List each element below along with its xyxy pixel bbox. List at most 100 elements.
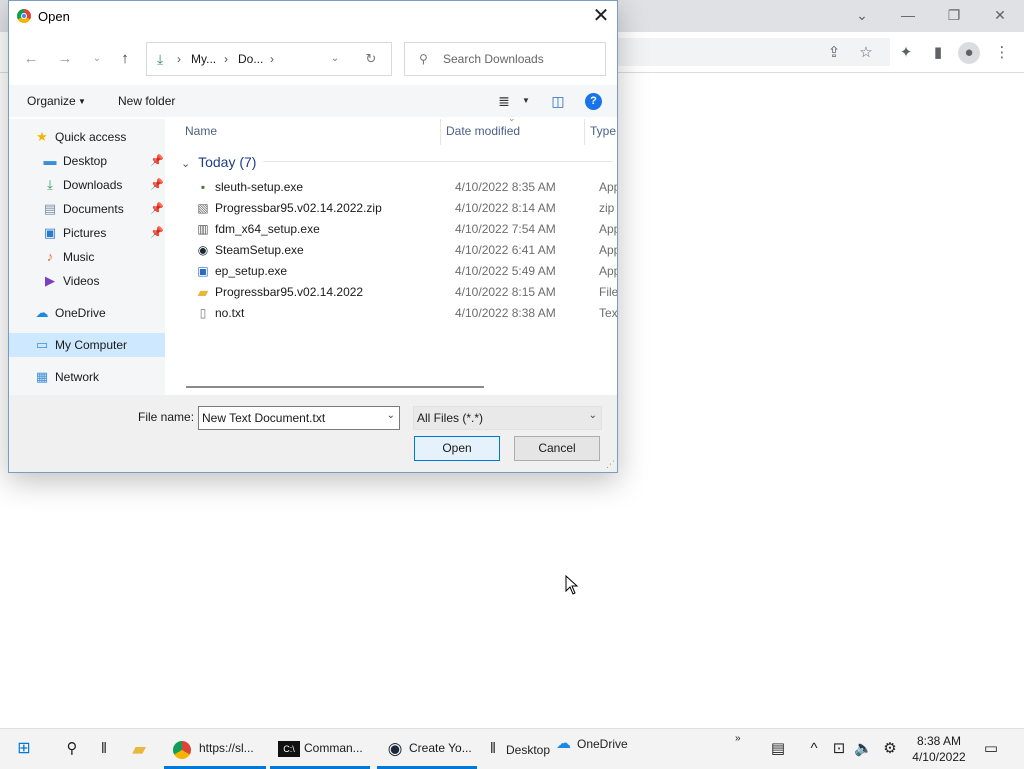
address-dropdown-chevron-icon[interactable]: ⌄: [327, 51, 343, 67]
refresh-icon[interactable]: ↻: [363, 51, 379, 67]
view-options-chevron-icon[interactable]: ▼: [517, 92, 535, 110]
open-button[interactable]: Open: [414, 436, 500, 461]
menu-kebab-icon[interactable]: ⋮: [991, 42, 1013, 64]
downloads-location-icon: ⤓: [157, 51, 164, 67]
search-input[interactable]: [443, 50, 598, 68]
sidebar-item-pictures[interactable]: ▣ Pictures 📌: [9, 221, 165, 245]
file-explorer-icon[interactable]: ▰: [126, 739, 152, 759]
desktop-icon: ▬: [43, 153, 57, 168]
settings-gear-icon[interactable]: ⚙: [880, 739, 900, 759]
column-header-name[interactable]: Name: [185, 124, 217, 138]
computer-icon: ▭: [35, 337, 49, 352]
file-name: Progressbar95.v02.14.2022.zip: [215, 201, 382, 215]
file-row[interactable]: ▣ ep_setup.exe 4/10/2022 5:49 AM Appli: [175, 261, 617, 282]
search-box[interactable]: ⚲: [404, 42, 606, 76]
toolbar-overflow-icon[interactable]: »: [735, 729, 741, 749]
sidebar-item-downloads[interactable]: ⤓ Downloads 📌: [9, 173, 165, 197]
notifications-icon[interactable]: ▭: [980, 739, 1002, 759]
bookmark-star-icon[interactable]: ☆: [855, 42, 877, 64]
file-row[interactable]: ▯ no.txt 4/10/2022 8:38 AM Text D: [175, 303, 617, 324]
desktop-toolbar-label[interactable]: Desktop: [506, 740, 550, 760]
sidebar-item-music[interactable]: ♪ Music: [9, 245, 165, 269]
sidebar-item-videos[interactable]: ▶ Videos: [9, 269, 165, 293]
file-row[interactable]: ▧ Progressbar95.v02.14.2022.zip 4/10/202…: [175, 198, 617, 219]
recent-locations-chevron-icon[interactable]: ⌄: [87, 49, 107, 69]
minimize-icon[interactable]: —: [886, 4, 930, 26]
restore-icon[interactable]: ❐: [932, 4, 976, 26]
group-collapse-chevron-icon[interactable]: ⌄: [181, 158, 190, 170]
cloud-icon[interactable]: ☁: [556, 734, 571, 754]
onedrive-toolbar-label[interactable]: OneDrive: [577, 734, 628, 754]
search-icon[interactable]: ⚲: [62, 739, 82, 759]
file-row[interactable]: ▪ sleuth-setup.exe 4/10/2022 8:35 AM App…: [175, 177, 617, 198]
new-folder-button[interactable]: New folder: [118, 94, 175, 108]
side-panel-icon[interactable]: ▮: [927, 42, 949, 64]
task-view-icon[interactable]: ‖: [96, 739, 112, 759]
sidebar-item-my-computer[interactable]: ▭ My Computer: [9, 333, 165, 357]
extensions-icon[interactable]: ✦: [895, 42, 917, 64]
profile-avatar-icon[interactable]: ●: [958, 42, 980, 64]
group-header[interactable]: ⌄ Today (7): [181, 154, 256, 170]
column-divider[interactable]: [440, 119, 441, 145]
file-type-filter[interactable]: All Files (*.*) ⌄: [413, 406, 602, 430]
back-arrow-icon[interactable]: ←: [21, 49, 41, 69]
chevron-down-icon[interactable]: ⌄: [387, 410, 395, 421]
news-widget-icon[interactable]: ▤: [768, 739, 788, 759]
sidebar-item-desktop[interactable]: ▬ Desktop 📌: [9, 149, 165, 173]
file-row[interactable]: ◉ SteamSetup.exe 4/10/2022 6:41 AM Appli: [175, 240, 617, 261]
organize-chevron-icon[interactable]: ▼: [78, 97, 86, 106]
file-type: Appli: [599, 264, 617, 278]
sidebar-item-label: Pictures: [63, 226, 107, 240]
taskbar-app-command-prompt[interactable]: C:\ Comman...: [270, 729, 370, 769]
system-clock[interactable]: 8:38 AM 4/10/2022: [908, 733, 970, 765]
chevron-down-icon[interactable]: ⌄: [589, 410, 597, 421]
sidebar-item-quick-access[interactable]: ★ Quick access: [9, 125, 165, 149]
forward-arrow-icon[interactable]: →: [55, 49, 75, 69]
chrome-icon: [172, 739, 192, 759]
sidebar-item-network[interactable]: ▦ Network: [9, 365, 165, 389]
column-divider[interactable]: [584, 119, 585, 145]
share-icon[interactable]: ⇪: [823, 42, 845, 64]
address-breadcrumb[interactable]: ⤓ › My... › Do... › ⌄ ↻: [146, 42, 392, 76]
close-window-icon[interactable]: ✕: [978, 4, 1022, 26]
file-date: 4/10/2022 8:15 AM: [455, 285, 556, 299]
terminal-icon: C:\: [278, 741, 300, 757]
show-hidden-icons-chevron-icon[interactable]: ^: [806, 739, 822, 759]
organize-menu[interactable]: Organize: [27, 94, 76, 108]
taskbar-app-steam[interactable]: ◉ Create Yo...: [377, 729, 477, 769]
breadcrumb-item[interactable]: My...: [191, 52, 216, 66]
navigation-bar: ← → ⌄ ↑ ⤓ › My... › Do... › ⌄ ↻ ⚲: [9, 39, 617, 79]
file-row[interactable]: ▥ fdm_x64_setup.exe 4/10/2022 7:54 AM Ap…: [175, 219, 617, 240]
help-icon[interactable]: ?: [585, 93, 602, 110]
change-view-icon[interactable]: ≣: [495, 92, 513, 110]
up-arrow-icon[interactable]: ↑: [115, 49, 135, 69]
network-status-icon[interactable]: ⊡: [830, 739, 848, 759]
preview-pane-icon[interactable]: ◫: [549, 92, 567, 110]
star-icon: ★: [36, 129, 48, 144]
file-name-field[interactable]: [202, 409, 377, 427]
volume-icon[interactable]: 🔈: [854, 739, 873, 759]
address-bar[interactable]: [600, 38, 890, 66]
file-name: sleuth-setup.exe: [215, 180, 304, 194]
documents-icon: ▤: [43, 201, 57, 216]
file-name: fdm_x64_setup.exe: [215, 222, 320, 236]
tab-search-icon[interactable]: ⌄: [840, 4, 884, 26]
resize-grip-icon[interactable]: ⋰: [606, 459, 615, 470]
sidebar-item-onedrive[interactable]: ☁ OneDrive: [9, 301, 165, 325]
sidebar-item-label: Network: [55, 370, 100, 384]
column-header-type[interactable]: Type: [590, 124, 616, 138]
navigation-pane: ★ Quick access ▬ Desktop 📌 ⤓ Downloads 📌…: [9, 119, 165, 395]
pin-icon: 📌: [150, 155, 164, 167]
sidebar-item-documents[interactable]: ▤ Documents 📌: [9, 197, 165, 221]
breadcrumb-item[interactable]: Do...: [238, 52, 263, 66]
file-name-combobox[interactable]: ⌄: [198, 406, 400, 430]
file-row[interactable]: ▰ Progressbar95.v02.14.2022 4/10/2022 8:…: [175, 282, 617, 303]
sidebar-item-label: OneDrive: [55, 306, 106, 320]
taskbar-app-chrome[interactable]: https://sl...: [164, 729, 266, 769]
cancel-button[interactable]: Cancel: [514, 436, 600, 461]
windows-start-icon[interactable]: ⊞: [14, 739, 34, 759]
close-icon[interactable]: ✕: [585, 1, 617, 32]
column-header-date[interactable]: Date modified: [446, 124, 520, 138]
sidebar-item-label: Quick access: [55, 130, 127, 144]
horizontal-scrollbar[interactable]: [186, 386, 484, 388]
